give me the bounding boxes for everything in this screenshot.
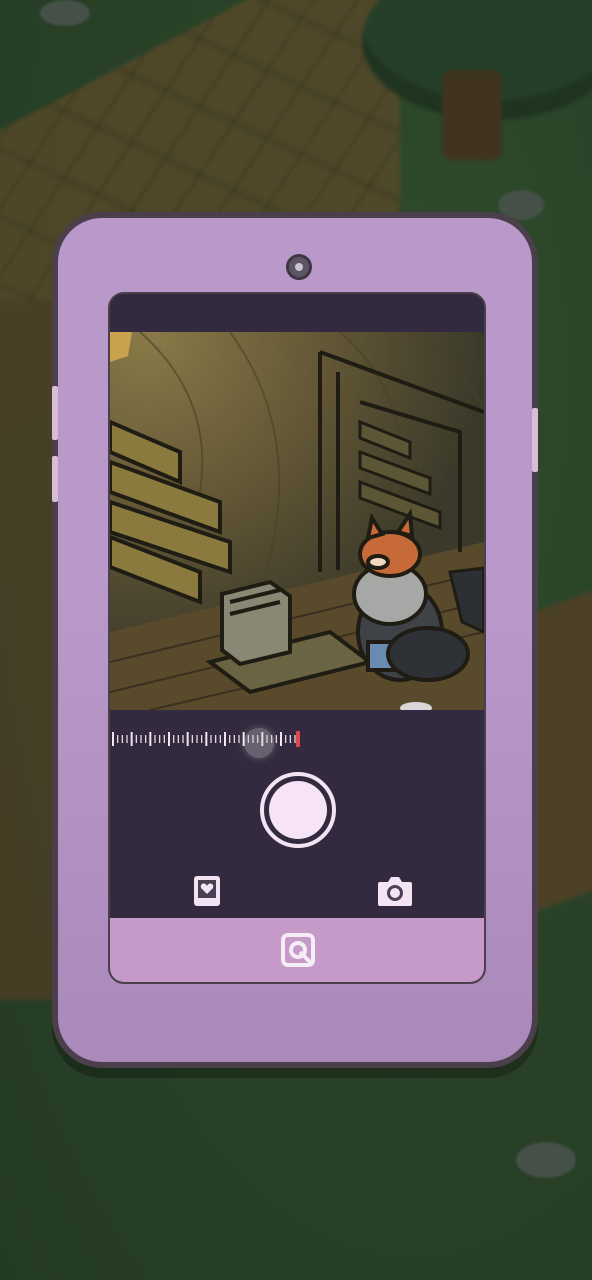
viewfinder-scene <box>110 332 484 710</box>
in-game-phone <box>52 212 538 1068</box>
game-scene <box>0 0 592 1280</box>
phone-screen <box>108 292 486 984</box>
phone-side-button <box>52 456 58 502</box>
shutter-button[interactable] <box>260 772 336 848</box>
shutter-button-inner <box>269 781 327 839</box>
front-camera-icon <box>286 254 312 280</box>
phone-side-button <box>52 386 58 440</box>
zoom-max-marker <box>296 731 300 747</box>
home-square-icon[interactable] <box>280 932 316 968</box>
zoom-slider-handle[interactable] <box>244 728 275 758</box>
photo-album-heart-icon[interactable] <box>192 874 222 908</box>
phone-home-bar <box>110 918 484 982</box>
zoom-slider[interactable] <box>110 726 310 758</box>
phone-side-button <box>532 408 538 472</box>
camera-icon[interactable] <box>376 874 414 908</box>
camera-viewfinder[interactable] <box>110 332 484 710</box>
screen-top-bar <box>110 294 484 332</box>
